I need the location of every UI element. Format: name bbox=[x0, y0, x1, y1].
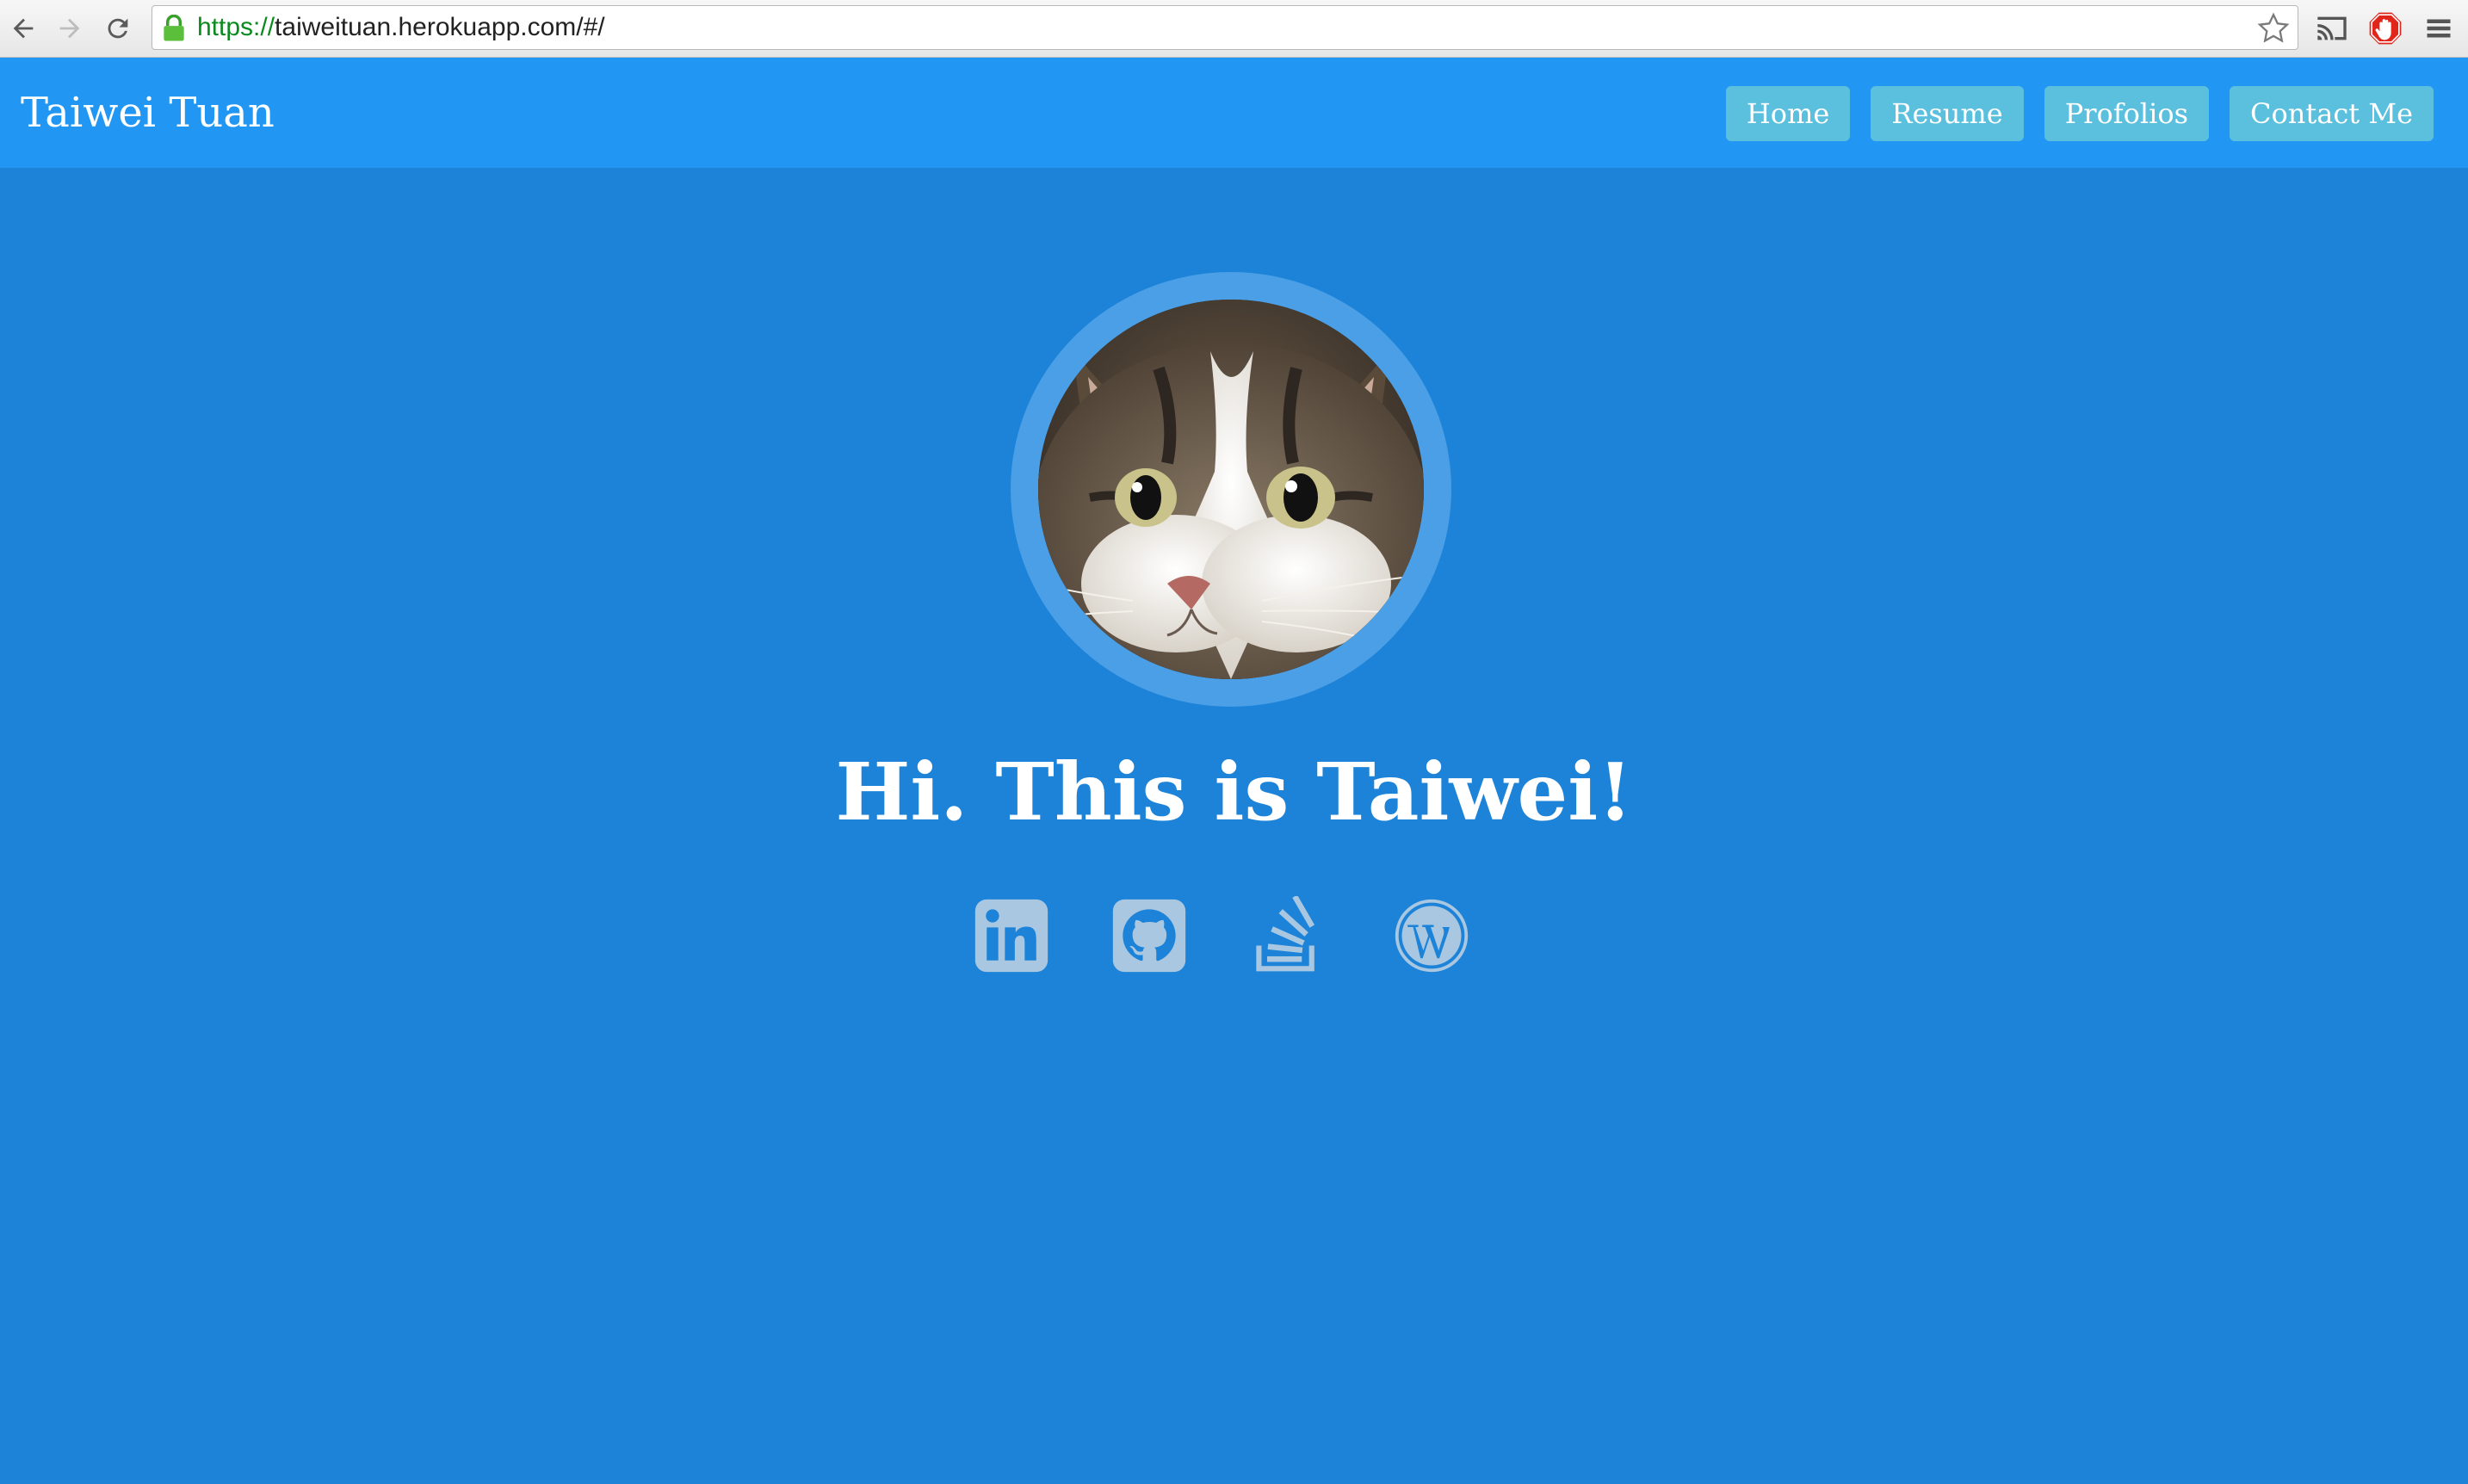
avatar-ring bbox=[1011, 272, 1451, 707]
reload-icon bbox=[108, 18, 128, 39]
wordpress-icon bbox=[1395, 899, 1469, 973]
arrow-right-icon bbox=[59, 18, 80, 39]
nav-resume-button[interactable]: Resume bbox=[1871, 86, 2024, 141]
bookmark-star-icon[interactable] bbox=[2256, 11, 2291, 46]
nav-portfolios-button[interactable]: Profolios bbox=[2044, 86, 2210, 141]
wordpress-link[interactable] bbox=[1389, 891, 1475, 980]
main-nav: Home Resume Profolios Contact Me bbox=[1725, 86, 2434, 141]
browser-toolbar: https://taiweituan.herokuapp.com/#/ bbox=[0, 0, 2468, 58]
hamburger-menu-icon bbox=[2427, 19, 2451, 38]
avatar-cat-photo bbox=[1038, 300, 1424, 679]
social-links bbox=[964, 891, 1498, 980]
cat-portrait-image bbox=[1038, 300, 1424, 679]
url-scheme: https:// bbox=[197, 13, 275, 41]
url-text: https://taiweituan.herokuapp.com/#/ bbox=[197, 11, 605, 44]
nav-contact-button[interactable]: Contact Me bbox=[2230, 86, 2434, 141]
github-icon bbox=[1112, 899, 1186, 973]
forward-button[interactable] bbox=[48, 7, 91, 50]
arrow-left-icon bbox=[13, 18, 34, 39]
address-bar[interactable]: https://taiweituan.herokuapp.com/#/ bbox=[152, 5, 2298, 50]
lock-icon bbox=[164, 15, 184, 41]
site-brand[interactable]: Taiwei Tuan bbox=[21, 85, 275, 140]
github-link[interactable] bbox=[1106, 891, 1192, 980]
cast-button[interactable] bbox=[2312, 9, 2352, 48]
stackoverflow-link[interactable] bbox=[1244, 891, 1330, 980]
adblock-stop-icon bbox=[2369, 12, 2402, 45]
hero-headline: Hi. This is Taiwei! bbox=[835, 745, 1633, 838]
adblock-extension-button[interactable] bbox=[2366, 9, 2405, 48]
nav-home-button[interactable]: Home bbox=[1725, 86, 1851, 141]
linkedin-icon bbox=[974, 899, 1048, 973]
back-button[interactable] bbox=[2, 7, 45, 50]
cast-icon bbox=[2317, 16, 2347, 40]
reload-button[interactable] bbox=[96, 7, 139, 50]
site-navbar: Taiwei Tuan Home Resume Profolios Contac… bbox=[0, 58, 2468, 168]
url-path: taiweituan.herokuapp.com/#/ bbox=[275, 13, 605, 41]
linkedin-link[interactable] bbox=[968, 891, 1055, 980]
stackoverflow-icon bbox=[1256, 896, 1315, 972]
browser-menu-button[interactable] bbox=[2419, 9, 2459, 48]
